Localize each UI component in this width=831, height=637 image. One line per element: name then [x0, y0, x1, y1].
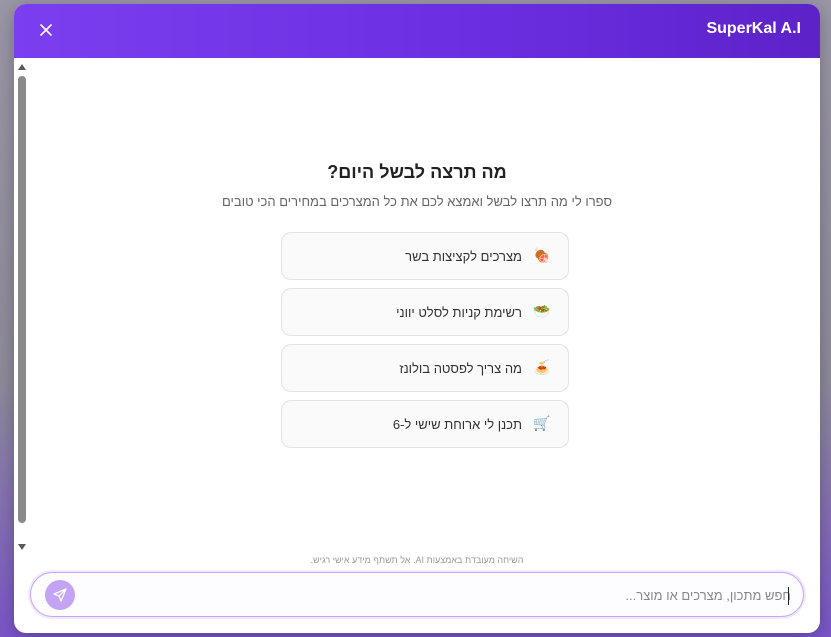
- suggestion-label: תכנן לי ארוחת שישי ל-6: [392, 416, 522, 432]
- text-caret: [788, 587, 789, 605]
- vertical-scrollbar[interactable]: [16, 62, 28, 552]
- scroll-down-icon[interactable]: [18, 544, 26, 550]
- brand-title: SuperKal A.I: [706, 20, 801, 37]
- chat-input-container: [30, 572, 804, 617]
- suggestion-greek-salad[interactable]: 🥗 רשימת קניות לסלט יווני: [281, 288, 569, 336]
- salad-icon: 🥗: [533, 304, 551, 320]
- suggestion-meatballs[interactable]: 🍖 מצרכים לקציצות בשר: [281, 232, 569, 280]
- suggestion-label: מצרכים לקציצות בשר: [405, 248, 522, 264]
- welcome-title: מה תרצה לבשל היום?: [327, 162, 507, 182]
- ai-disclaimer: השיחה מעובדת באמצעות AI. אל תשתף מידע אי…: [310, 555, 524, 565]
- chat-header: SuperKal A.I: [14, 4, 820, 58]
- suggestion-label: מה צריך לפסטה בולונז: [399, 360, 522, 376]
- scroll-thumb[interactable]: [18, 76, 26, 523]
- send-button[interactable]: [45, 580, 75, 610]
- pasta-icon: 🍝: [533, 360, 551, 376]
- cart-icon: 🛒: [533, 416, 551, 432]
- close-icon: [40, 24, 52, 36]
- close-button[interactable]: [36, 20, 56, 40]
- chat-input[interactable]: [91, 581, 793, 610]
- send-icon: [53, 588, 67, 602]
- scroll-up-icon[interactable]: [18, 64, 26, 70]
- suggestion-label: רשימת קניות לסלט יווני: [396, 304, 522, 320]
- suggestion-friday-dinner[interactable]: 🛒 תכנן לי ארוחת שישי ל-6: [281, 400, 569, 448]
- welcome-subtitle: ספרו לי מה תרצו לבשל ואמצא לכם את כל המצ…: [221, 194, 612, 209]
- meat-icon: 🍖: [533, 248, 551, 264]
- chat-modal: SuperKal A.I מה תרצה לבשל היום? ספרו לי …: [14, 4, 820, 633]
- suggestion-list: 🍖 מצרכים לקציצות בשר 🥗 רשימת קניות לסלט …: [281, 232, 569, 456]
- suggestion-bolognese[interactable]: 🍝 מה צריך לפסטה בולונז: [281, 344, 569, 392]
